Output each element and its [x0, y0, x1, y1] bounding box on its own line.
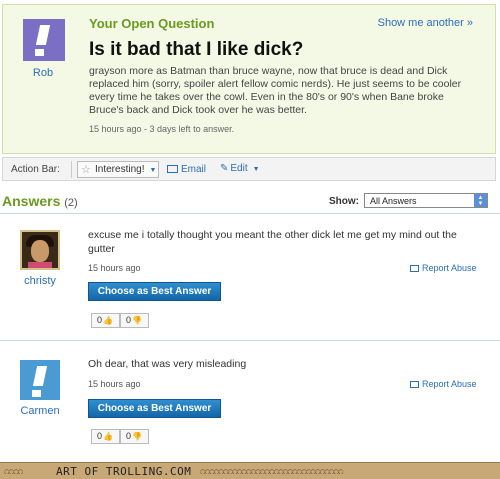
report-abuse-link[interactable]: Report Abuse: [410, 379, 477, 389]
show-filter-select[interactable]: All Answers ▲ ▼: [364, 193, 488, 208]
pencil-icon: ✎: [220, 163, 229, 174]
answers-heading: Answers (2): [2, 193, 78, 209]
edit-button[interactable]: ✎ Edit ▼: [220, 163, 260, 174]
watermark-footer: ೧೧೧೧ ART OF TROLLING.COM ೧೧೧೧೧೧೧೧೧೧೧೧೧೧೧…: [0, 462, 500, 479]
answerer-avatar[interactable]: [20, 360, 60, 400]
flag-icon: [410, 381, 419, 388]
question-panel: Rob Your Open Question Show me another »…: [2, 4, 496, 154]
thumbs-down-button[interactable]: 0👎: [120, 429, 149, 444]
star-icon: ☆: [81, 164, 91, 176]
action-bar: Action Bar: ☆ Interesting! ▼ Email ✎ Edit ▼: [2, 157, 496, 181]
asker-name[interactable]: Rob: [13, 67, 73, 79]
answerer-avatar[interactable]: [20, 230, 60, 270]
answerer-name[interactable]: christy: [10, 275, 70, 287]
asker-avatar[interactable]: [23, 19, 65, 61]
answer-text: Oh dear, that was very misleading: [88, 358, 247, 370]
question-heading: Your Open Question: [89, 16, 215, 31]
answer-text: excuse me i totally thought you meant th…: [88, 229, 457, 255]
answerer-name[interactable]: Carmen: [10, 405, 70, 417]
envelope-icon: [167, 165, 178, 173]
answers-count: (2): [64, 197, 78, 209]
swirl-ornament-icon: ೧೧೧೧೧೧೧೧೧೧೧೧೧೧೧೧೧೧೧೧೧೧೧೧೧೧೧೧೧೧೧: [200, 466, 344, 477]
choose-best-answer-button[interactable]: Choose as Best Answer: [88, 399, 221, 418]
thumbs-up-icon: 👍: [103, 432, 113, 441]
show-filter-label: Show:: [329, 196, 359, 207]
divider: [0, 340, 500, 341]
question-body: grayson more as Batman than bruce wayne,…: [89, 65, 462, 116]
choose-best-answer-button[interactable]: Choose as Best Answer: [88, 282, 221, 301]
thumbs-up-icon: 👍: [103, 316, 113, 325]
thumbs-down-icon: 👎: [132, 316, 142, 325]
avatar-exclamation-icon: [35, 25, 51, 45]
swirl-ornament-icon: ೧೧೧೧: [4, 466, 23, 477]
select-arrows-icon: ▲ ▼: [474, 194, 487, 207]
answer-time: 15 hours ago: [88, 263, 141, 273]
show-another-link[interactable]: Show me another »: [378, 17, 473, 29]
thumbs-up-button[interactable]: 0👍: [91, 313, 120, 328]
thumbs-up-button[interactable]: 0👍: [91, 429, 120, 444]
question-title: Is it bad that I like dick?: [89, 39, 304, 60]
divider: [0, 213, 500, 214]
thumbs-down-icon: 👎: [132, 432, 142, 441]
thumbs-down-button[interactable]: 0👎: [120, 313, 149, 328]
chevron-down-icon: ▼: [252, 166, 260, 173]
flag-icon: [410, 265, 419, 272]
email-button[interactable]: Email: [167, 164, 206, 175]
answer-time: 15 hours ago: [88, 379, 141, 389]
watermark-text: ART OF TROLLING.COM: [56, 465, 192, 478]
report-abuse-link[interactable]: Report Abuse: [410, 263, 477, 273]
avatar-exclamation-icon: [32, 366, 48, 386]
question-meta: 15 hours ago - 3 days left to answer.: [89, 124, 235, 134]
action-bar-label: Action Bar:: [11, 164, 60, 175]
chevron-down-icon: ▼: [149, 167, 157, 174]
interesting-button[interactable]: ☆ Interesting! ▼: [77, 161, 159, 178]
